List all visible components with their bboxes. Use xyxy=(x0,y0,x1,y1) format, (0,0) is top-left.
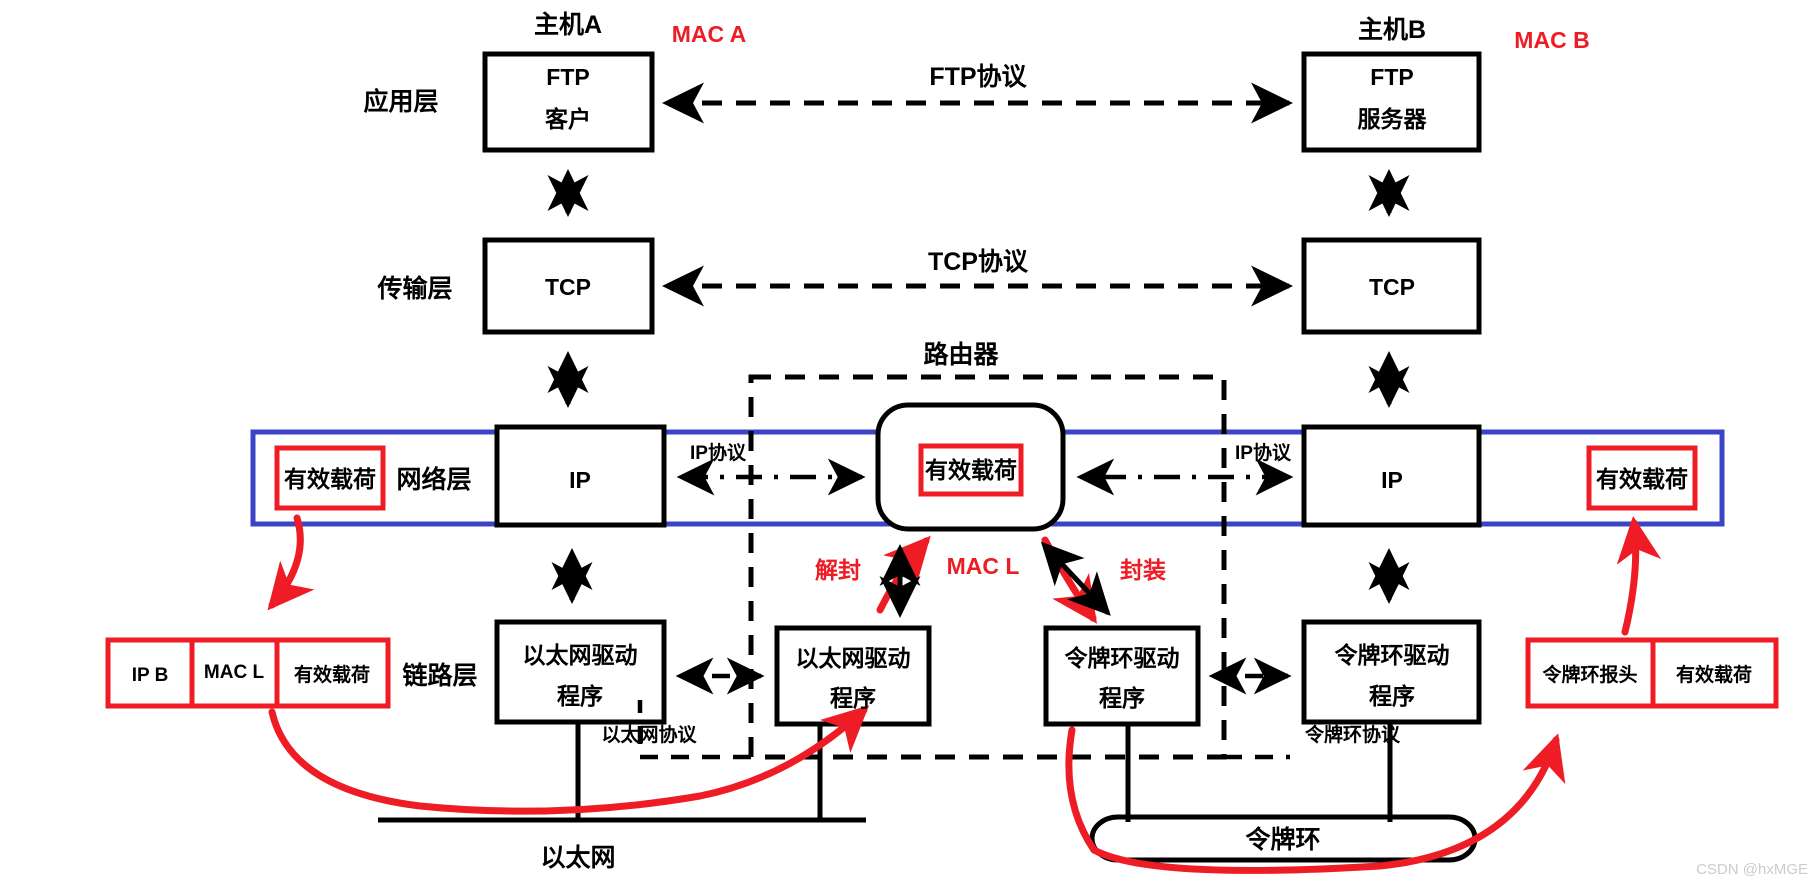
router-eth-driver-line2: 程序 xyxy=(830,685,876,711)
layer-label-transport: 传输层 xyxy=(376,274,452,303)
encapsulate-label: 封装 xyxy=(1120,557,1166,583)
host-b-app-line1: FTP xyxy=(1370,64,1413,90)
host-a-app-line2: 客户 xyxy=(545,106,591,132)
ethernet-media-label: 以太网 xyxy=(540,844,615,872)
router-tr-driver-line1: 令牌环驱动 xyxy=(1065,645,1180,671)
layer-label-application: 应用层 xyxy=(363,87,438,116)
host-a-link-line2: 程序 xyxy=(557,683,603,709)
diagram-canvas: 主机A 主机B MAC A MAC B 路由器 应用层 传输层 网络层 链路层 … xyxy=(105,11,1808,878)
ethernet-protocol-label: 以太网协议 xyxy=(601,723,697,746)
left-payload-label: 有效载荷 xyxy=(284,466,376,492)
host-b-network-label: IP xyxy=(1381,467,1403,493)
router-payload-label: 有效载荷 xyxy=(925,457,1017,483)
ftp-protocol-label: FTP协议 xyxy=(929,63,1027,91)
router-title: 路由器 xyxy=(923,341,999,369)
host-b-transport-label: TCP xyxy=(1369,274,1415,300)
host-a-network-label: IP xyxy=(569,467,591,493)
right-frame-to-payload-arrow xyxy=(1616,516,1662,636)
host-b-link-line2: 程序 xyxy=(1369,683,1415,709)
network-layering-diagram: 主机A 主机B MAC A MAC B 路由器 应用层 传输层 网络层 链路层 … xyxy=(0,0,1817,885)
left-frame-cell-0: IP B xyxy=(132,665,169,686)
left-frame-cell-2: 有效载荷 xyxy=(294,663,370,686)
right-frame-cell-0: 令牌环报头 xyxy=(1542,663,1637,686)
left-encapsulation-arrow xyxy=(267,514,315,611)
router-right-network-link-arrow xyxy=(1040,541,1111,616)
layer-label-network: 网络层 xyxy=(396,465,471,494)
host-a-link-line1: 以太网驱动 xyxy=(523,642,638,668)
host-b-title: 主机B xyxy=(1358,16,1426,44)
mac-l-label: MAC L xyxy=(947,553,1020,579)
router-eth-driver-line1: 以太网驱动 xyxy=(796,645,911,671)
right-frame-cell-1: 有效载荷 xyxy=(1676,663,1752,686)
router-decapsulate-arrow xyxy=(876,535,931,614)
decapsulate-label: 解封 xyxy=(815,557,861,583)
router-tr-driver-line2: 程序 xyxy=(1099,685,1145,711)
tcp-protocol-label: TCP协议 xyxy=(928,248,1029,276)
watermark: CSDN @hxMGE xyxy=(1696,861,1808,878)
host-b-link-line1: 令牌环驱动 xyxy=(1335,642,1450,668)
mac-b-label: MAC B xyxy=(1514,27,1589,53)
tokenring-protocol-label: 令牌环协议 xyxy=(1305,723,1401,746)
mac-a-label: MAC A xyxy=(672,21,747,47)
host-b-app-line2: 服务器 xyxy=(1358,106,1428,132)
tokenring-media-label: 令牌环 xyxy=(1245,825,1320,854)
ip-protocol-label-left: IP协议 xyxy=(690,441,747,464)
left-frame-cell-1: MAC L xyxy=(204,662,265,683)
layer-label-link: 链路层 xyxy=(402,661,477,690)
ip-protocol-label-right: IP协议 xyxy=(1235,441,1292,464)
host-a-title: 主机A xyxy=(534,11,602,39)
host-a-transport-label: TCP xyxy=(545,274,591,300)
right-payload-label: 有效载荷 xyxy=(1596,466,1688,492)
host-a-app-line1: FTP xyxy=(546,64,589,90)
